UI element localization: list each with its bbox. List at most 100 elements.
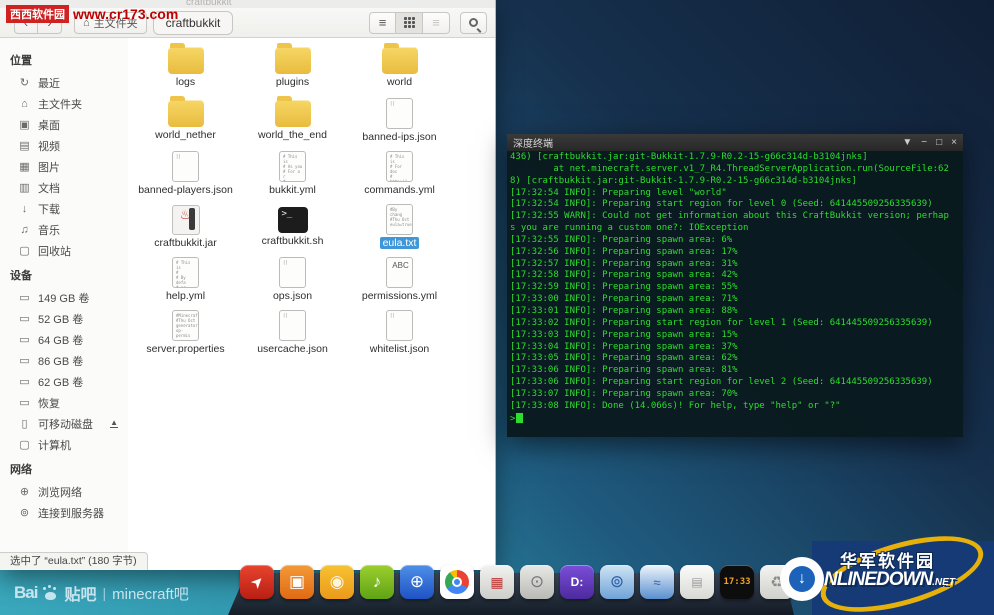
documents-icon: ▥ xyxy=(18,181,31,194)
photos-icon[interactable]: ▦ xyxy=(480,565,514,599)
volume-icon: ▭ xyxy=(18,375,31,388)
jar-file-icon: ♨ xyxy=(172,205,200,235)
sidebar-item-videos[interactable]: ▤视频 xyxy=(10,135,128,156)
web-browser-icon[interactable]: ⊚ xyxy=(600,565,634,599)
eject-icon[interactable]: ▲ xyxy=(110,419,118,428)
terminal-line: [17:33:04 INFO]: Preparing spawn area: 3… xyxy=(510,342,960,354)
videos-icon: ▤ xyxy=(18,139,31,152)
terminal-line: [17:33:06 INFO]: Preparing spawn area: 8… xyxy=(510,365,960,377)
list-view-button[interactable]: ≡ xyxy=(369,12,396,34)
pictures-icon: ▦ xyxy=(18,160,31,173)
volume-icon: ▭ xyxy=(18,312,31,325)
terminal-line: [17:32:54 INFO]: Preparing level "world" xyxy=(510,188,960,200)
sidebar-item-volume-62[interactable]: ▭62 GB 卷 xyxy=(10,371,128,392)
deepin-talk-icon[interactable]: D: xyxy=(560,565,594,599)
sidebar-item-browse-network[interactable]: ⊕浏览网络 xyxy=(10,481,128,502)
terminal-line: 436) [craftbukkit.jar:git-Bukkit-1.7.9-R… xyxy=(510,152,960,164)
sidebar-item-connect-server[interactable]: ⊚连接到服务器 xyxy=(10,502,128,523)
folder-icon xyxy=(382,47,418,74)
sidebar: 位置 ↻最近 ⌂主文件夹 ▣桌面 ▤视频 ▦图片 ▥文档 ↓下载 ♫音乐 ▢回收… xyxy=(0,38,128,552)
file-item[interactable]: plugins xyxy=(239,44,346,97)
file-item[interactable]: []banned-ips.json xyxy=(346,97,453,150)
terminal-title: 深度终端 xyxy=(513,135,553,150)
browser-icon[interactable]: ⊕ xyxy=(400,565,434,599)
terminal-titlebar[interactable]: 深度终端 ▼ − □ × xyxy=(507,134,963,151)
file-item[interactable]: []banned-players.json xyxy=(132,150,239,203)
sidebar-item-desktop[interactable]: ▣桌面 xyxy=(10,114,128,135)
terminal-line: 8) [craftbukkit.jar:git-Bukkit-1.7.9-R0.… xyxy=(510,176,960,188)
compact-view-button[interactable]: ≡ xyxy=(423,12,450,34)
media-player-icon[interactable]: ⊙ xyxy=(520,565,554,599)
watermark-badge: 西西软件园 xyxy=(6,5,69,23)
sidebar-item-recovery[interactable]: ▭恢复 xyxy=(10,392,128,413)
sidebar-item-recent[interactable]: ↻最近 xyxy=(10,72,128,93)
file-item[interactable]: ♨craftbukkit.jar xyxy=(132,203,239,256)
minimize-icon[interactable]: − xyxy=(921,134,927,151)
file-item[interactable]: []whitelist.json xyxy=(346,309,453,362)
file-item[interactable]: world_nether xyxy=(132,97,239,150)
maximize-icon[interactable]: □ xyxy=(936,134,942,151)
watermark-cr173: 西西软件园 www.cr173.com xyxy=(6,5,178,23)
search-icon xyxy=(469,18,478,27)
ocean-app-icon[interactable]: ≈ xyxy=(640,565,674,599)
file-item[interactable]: world_the_end xyxy=(239,97,346,150)
watermark-url: www.cr173.com xyxy=(73,6,178,22)
terminal-line: [17:32:57 INFO]: Preparing spawn area: 3… xyxy=(510,259,960,271)
sidebar-item-downloads[interactable]: ↓下载 xyxy=(10,198,128,219)
volume-icon: ▭ xyxy=(18,291,31,304)
sidebar-item-trash[interactable]: ▢回收站 xyxy=(10,240,128,261)
home-folder-icon: ⌂ xyxy=(18,98,31,110)
terminal-output[interactable]: 436) [craftbukkit.jar:git-Bukkit-1.7.9-R… xyxy=(507,151,963,437)
file-item[interactable]: # This is # # By defa # or extrhelp.yml xyxy=(132,256,239,309)
sidebar-item-pictures[interactable]: ▦图片 xyxy=(10,156,128,177)
file-item-selected[interactable]: #By chang #Thu Oct eula=trueeula.txt xyxy=(346,203,453,256)
game-center-icon[interactable]: ◉ xyxy=(320,565,354,599)
sidebar-item-volume-64[interactable]: ▭64 GB 卷 xyxy=(10,329,128,350)
sidebar-item-volume-52[interactable]: ▭52 GB 卷 xyxy=(10,308,128,329)
launcher-icon[interactable]: ➤ xyxy=(240,565,274,599)
folder-icon xyxy=(275,100,311,127)
file-item[interactable]: # This is # For doc # http:// #commands.… xyxy=(346,150,453,203)
desktop-icon: ▣ xyxy=(18,118,31,131)
sidebar-item-volume-86[interactable]: ▭86 GB 卷 xyxy=(10,350,128,371)
sidebar-item-removable-disk[interactable]: ▯可移动磁盘▲ xyxy=(10,413,128,434)
close-icon[interactable]: × xyxy=(951,134,957,151)
sidebar-item-documents[interactable]: ▥文档 xyxy=(10,177,128,198)
file-item[interactable]: []ops.json xyxy=(239,256,346,309)
file-item[interactable]: # This is # As you # For a r # http://bu… xyxy=(239,150,346,203)
notes-icon[interactable]: ▤ xyxy=(680,565,714,599)
file-item[interactable]: world xyxy=(346,44,453,97)
file-item[interactable]: >_craftbukkit.sh xyxy=(239,203,346,256)
file-item[interactable]: #Minecraf #Thu Oct generator op-permisse… xyxy=(132,309,239,362)
app-store-icon[interactable]: ▣ xyxy=(280,565,314,599)
grid-icon xyxy=(404,17,415,28)
file-item[interactable]: ABCpermissions.yml xyxy=(346,256,453,309)
sidebar-item-music[interactable]: ♫音乐 xyxy=(10,219,128,240)
sidebar-item-volume-149[interactable]: ▭149 GB 卷 xyxy=(10,287,128,308)
watermark-onlinedown: ↓ 华军软件园 NLINEDOWN.NET xyxy=(812,541,994,615)
file-item[interactable]: logs xyxy=(132,44,239,97)
menu-icon[interactable]: ▼ xyxy=(902,134,912,151)
file-item[interactable]: []usercache.json xyxy=(239,309,346,362)
tieba-label: 贴吧 xyxy=(64,581,96,605)
dock: ➤ ▣ ◉ ♪ ⊕ ▦ ⊙ D: ⊚ ≈ ▤ 17:33 ♻ xyxy=(228,565,794,615)
clock-icon[interactable]: 17:33 xyxy=(720,565,754,599)
sidebar-item-computer[interactable]: ▢计算机 xyxy=(10,434,128,455)
chrome-icon[interactable] xyxy=(440,565,474,599)
terminal-line: [17:33:00 INFO]: Preparing spawn area: 7… xyxy=(510,294,960,306)
text-file-icon: #By chang #Thu Oct eula=true xyxy=(386,204,413,235)
network-icon: ⊕ xyxy=(18,485,31,498)
terminal-prompt-line[interactable]: > xyxy=(510,413,960,426)
music-player-icon[interactable]: ♪ xyxy=(360,565,394,599)
terminal-line: [17:33:07 INFO]: Preparing spawn area: 7… xyxy=(510,389,960,401)
terminal-line: [17:32:55 WARN]: Could not get informati… xyxy=(510,211,960,223)
search-button[interactable] xyxy=(460,12,487,34)
terminal-line: [17:32:58 INFO]: Preparing spawn area: 4… xyxy=(510,270,960,282)
terminal-line: [17:33:05 INFO]: Preparing spawn area: 6… xyxy=(510,353,960,365)
sidebar-item-home[interactable]: ⌂主文件夹 xyxy=(10,93,128,114)
grid-view-button[interactable] xyxy=(396,12,423,34)
server-icon: ⊚ xyxy=(18,506,31,519)
terminal-line: [17:32:55 INFO]: Preparing spawn area: 6… xyxy=(510,235,960,247)
terminal-line: at net.minecraft.server.v1_7_R4.ThreadSe… xyxy=(510,164,960,176)
usb-icon: ▯ xyxy=(18,417,31,430)
